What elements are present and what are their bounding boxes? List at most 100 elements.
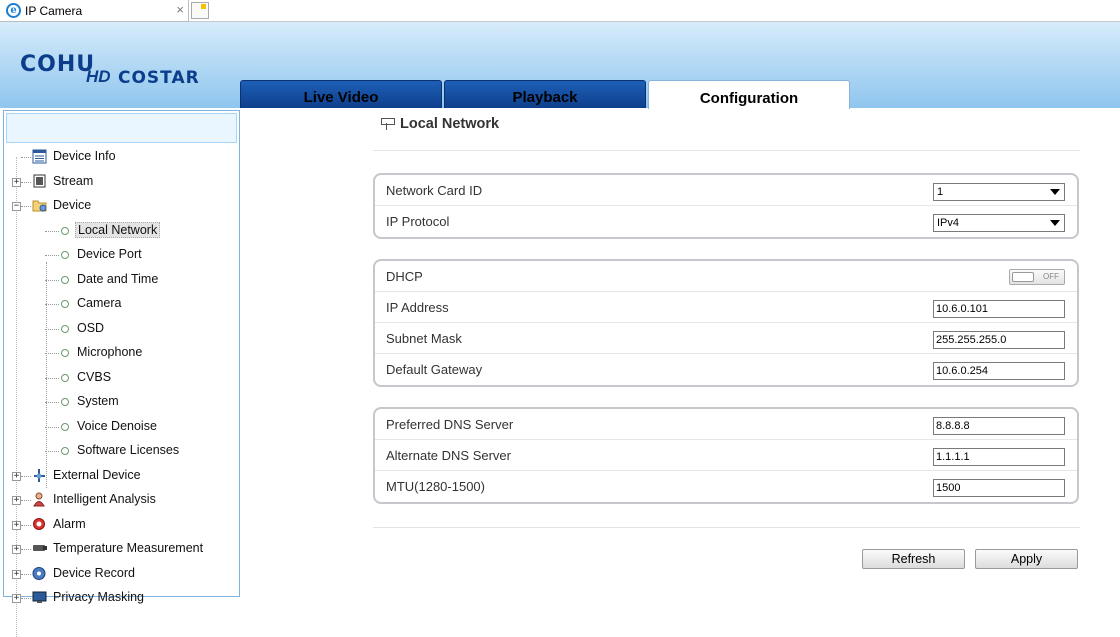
sidebar-item-label: CVBS [77,369,112,384]
apply-button[interactable]: Apply [975,549,1078,569]
expand-icon[interactable]: + [12,496,21,505]
sidebar-item-camera[interactable]: Camera [4,292,239,317]
dhcp-row: DHCP OFF [375,261,1077,292]
sidebar-item-device-info[interactable]: Device Info [4,145,239,170]
node-circle-icon [61,275,69,284]
sidebar-item-device-port[interactable]: Device Port [4,243,239,268]
node-circle-icon [61,226,69,235]
sidebar-item-label: Date and Time [77,271,159,286]
dhcp-label: DHCP [386,269,423,284]
ip-address-row: IP Address 10.6.0.101 [375,292,1077,323]
default-gateway-input[interactable]: 10.6.0.254 [933,362,1065,380]
sidebar-item-label: Privacy Masking [53,590,144,604]
network-card-label: Network Card ID [386,183,483,198]
ip-address-label: IP Address [386,300,449,315]
close-tab-icon[interactable]: × [176,2,184,17]
device-folder-icon [32,200,47,212]
ip-address-input[interactable]: 10.6.0.101 [933,300,1065,318]
mtu-input[interactable]: 1500 [933,479,1065,497]
expand-icon[interactable]: + [12,545,21,554]
sidebar-item-label: Local Network [75,221,161,238]
expand-icon[interactable]: + [12,177,21,187]
sidebar-item-alarm[interactable]: + Alarm [4,513,239,538]
sidebar-item-label: Device Port [77,247,142,261]
expand-icon[interactable]: + [12,520,21,530]
expand-icon[interactable]: + [12,594,21,603]
sidebar-item-device[interactable]: − Device [4,194,239,219]
sidebar-item-label: Microphone [77,345,143,359]
sidebar-item-external-device[interactable]: + External Device [4,464,239,489]
default-gateway-label: Default Gateway [386,362,483,377]
subnet-mask-input[interactable]: 255.255.255.0 [933,331,1065,349]
sidebar-item-microphone[interactable]: Microphone [4,341,239,366]
sidebar-item-local-network[interactable]: Local Network [4,219,239,244]
logo-costar-text: COSTAR [118,68,200,88]
sidebar-item-label: System [77,394,119,408]
sidebar-item-system[interactable]: System [4,390,239,415]
alternate-dns-label: Alternate DNS Server [386,448,511,463]
browser-tab-title: IP Camera [25,3,83,18]
preferred-dns-row: Preferred DNS Server 8.8.8.8 [375,409,1077,440]
browser-tab-strip: e IP Camera × [0,0,1120,22]
camera-icon [33,545,47,551]
preferred-dns-label: Preferred DNS Server [386,417,514,432]
document-list-icon [32,149,47,164]
preferred-dns-input[interactable]: 8.8.8.8 [933,417,1065,435]
tab-playback[interactable]: Playback [444,80,646,108]
title-divider [373,150,1080,151]
config-sidebar: Device Info + Stream − Device Local Netw… [3,110,240,637]
tab-configuration[interactable]: Configuration [648,80,850,109]
toggle-state-text: OFF [1043,272,1059,281]
sidebar-item-temperature-measurement[interactable]: + Temperature Measurement [4,537,239,562]
person-icon [33,492,45,507]
sidebar-item-software-licenses[interactable]: Software Licenses [4,439,239,464]
sidebar-item-stream[interactable]: + Stream [4,170,239,195]
collapse-icon[interactable]: − [12,202,21,211]
network-card-select[interactable]: 1 [933,183,1065,201]
ip-protocol-label: IP Protocol [386,214,450,229]
sidebar-item-label: Camera [77,296,122,310]
sidebar-item-label: Software Licenses [77,443,180,457]
node-circle-icon [61,447,69,455]
refresh-button[interactable]: Refresh [862,549,965,569]
cohu-costar-logo: COHU HD COSTAR [20,52,230,88]
app-header: COHU HD COSTAR Live Video Playback Confi… [0,22,1120,109]
tab-live-video[interactable]: Live Video [240,80,442,108]
sidebar-item-cvbs[interactable]: CVBS [4,366,239,391]
toggle-knob [1012,272,1034,282]
dns-group: Preferred DNS Server 8.8.8.8 Alternate D… [373,407,1079,504]
sidebar-item-label: External Device [53,467,141,482]
sidebar-item-label: Device Info [53,149,116,163]
config-tree: Device Info + Stream − Device Local Netw… [4,145,239,637]
logo-hd-text: HD [86,67,111,86]
browser-logo-icon: e [6,3,21,18]
alarm-icon [33,517,45,530]
expand-icon[interactable]: + [12,471,21,481]
dhcp-toggle[interactable]: OFF [1009,269,1065,285]
sidebar-item-device-record[interactable]: + Device Record [4,562,239,587]
sidebar-item-intelligent-analysis[interactable]: + Intelligent Analysis [4,488,239,513]
sidebar-item-label: Intelligent Analysis [53,492,156,506]
sidebar-item-label: Alarm [53,516,86,531]
node-circle-icon [61,373,69,382]
ip-protocol-row: IP Protocol IPv4 [375,206,1077,237]
ip-config-group: DHCP OFF IP Address 10.6.0.101 Subnet Ma… [373,259,1079,387]
film-icon [33,174,46,187]
ip-protocol-select[interactable]: IPv4 [933,214,1065,232]
sidebar-item-label: Device Record [53,565,135,580]
node-circle-icon [61,300,69,308]
mtu-label: MTU(1280-1500) [386,479,485,494]
sidebar-item-date-and-time[interactable]: Date and Time [4,268,239,293]
expand-icon[interactable]: + [12,569,21,579]
sidebar-item-osd[interactable]: OSD [4,317,239,342]
sidebar-item-privacy-masking[interactable]: + Privacy Masking [4,586,239,611]
new-tab-icon[interactable] [191,2,209,19]
sidebar-item-label: Device [53,198,92,212]
alternate-dns-input[interactable]: 1.1.1.1 [933,448,1065,466]
browser-tab[interactable]: e IP Camera × [0,0,189,22]
node-circle-icon [61,251,69,259]
sidebar-item-voice-denoise[interactable]: Voice Denoise [4,415,239,440]
node-circle-icon [61,398,69,406]
sidebar-header [6,113,237,143]
mtu-row: MTU(1280-1500) 1500 [375,471,1077,502]
